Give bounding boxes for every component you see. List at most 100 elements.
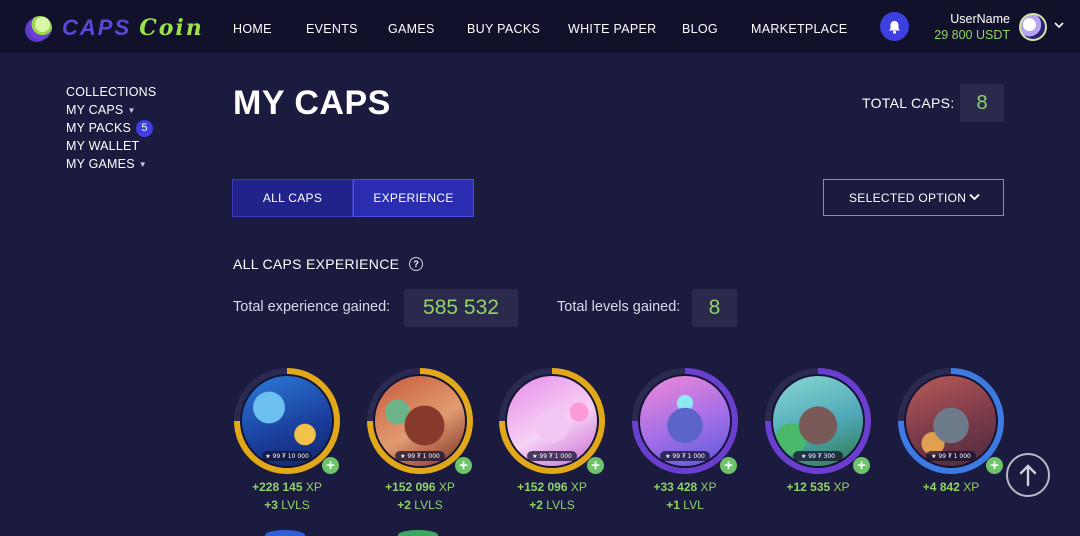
sidebar-item-label: MY CAPS — [66, 103, 124, 117]
user-balance: 29 800 USDT — [934, 28, 1010, 42]
sidebar-item-label: MY WALLET — [66, 139, 140, 153]
cap-xp-unit: XP — [570, 480, 587, 494]
add-cap-button[interactable]: + — [720, 457, 737, 474]
cap-stats-chip: ★ 99 ₮ 300 — [793, 451, 843, 461]
sidebar-item-my-games[interactable]: MY GAMES ▼ — [66, 155, 156, 173]
cap-stats-chip: ★ 99 ₮ 1 000 — [527, 451, 577, 461]
cap-card[interactable]: ★ 99 ₮ 10 000 + — [234, 368, 340, 474]
nav-white-paper[interactable]: WHITE PAPER — [568, 22, 657, 36]
add-cap-button[interactable]: + — [986, 457, 1003, 474]
cap-card[interactable]: ★ 99 ₮ 1 000 + — [499, 368, 605, 474]
logo-coin-text: Coin — [139, 15, 204, 41]
help-icon[interactable]: ? — [409, 257, 424, 271]
nav-marketplace[interactable]: MARKETPLACE — [751, 22, 847, 36]
cap-xp: +12 535 XP — [765, 480, 871, 494]
cap-levels-unit: LVL — [683, 498, 704, 512]
nav-games[interactable]: GAMES — [388, 22, 435, 36]
cap-xp: +33 428 XP — [632, 480, 738, 494]
page-title: MY CAPS — [233, 84, 391, 122]
total-levels-value: 8 — [692, 289, 737, 327]
caret-down-icon: ▼ — [127, 105, 136, 115]
logo-wordmark: CAPS Coin — [62, 15, 204, 41]
section-title-text: ALL CAPS EXPERIENCE — [233, 256, 400, 272]
chevron-down-icon — [969, 193, 980, 201]
tab-all-caps[interactable]: ALL CAPS — [232, 179, 353, 217]
cap-xp: +152 096 XP — [499, 480, 605, 494]
cap-xp-value: +33 428 — [653, 480, 698, 494]
capscoin-logo[interactable]: CAPS Coin — [28, 14, 204, 42]
caret-down-icon: ▼ — [138, 159, 147, 169]
cap-levels-unit: LVLS — [281, 498, 310, 512]
add-cap-button[interactable]: + — [455, 457, 472, 474]
cap-levels-unit: LVLS — [414, 498, 443, 512]
sidebar-item-label: COLLECTIONS — [66, 85, 157, 99]
cap-levels: +2 LVLS — [499, 498, 605, 512]
cap-levels: +2 LVLS — [367, 498, 473, 512]
top-bar: CAPS Coin HOME EVENTS GAMES BUY PACKS WH… — [0, 0, 1080, 53]
tab-experience[interactable]: EXPERIENCE — [353, 179, 474, 217]
cap-xp: +4 842 XP — [898, 480, 1004, 494]
option-select[interactable]: SELECTED OPTION — [823, 179, 1004, 216]
cap-xp-unit: XP — [700, 480, 717, 494]
sidebar-item-my-caps[interactable]: MY CAPS ▼ — [66, 101, 156, 119]
sidebar-item-label: MY PACKS — [66, 121, 132, 135]
cap-xp: +228 145 XP — [234, 480, 340, 494]
next-row-cap-peek — [265, 530, 305, 536]
username[interactable]: UserName — [940, 12, 1010, 26]
nav-buy-packs[interactable]: BUY PACKS — [467, 22, 540, 36]
cap-stats-chip: ★ 99 ₮ 1 000 — [926, 451, 976, 461]
cap-levels-value: +2 — [397, 498, 411, 512]
logo-ball-icon — [28, 16, 52, 40]
cap-xp-value: +152 096 — [385, 480, 436, 494]
packs-count-badge: 5 — [136, 119, 154, 137]
cap-stats-chip: ★ 99 ₮ 1 000 — [395, 451, 445, 461]
cap-levels-value: +2 — [529, 498, 543, 512]
cap-card[interactable]: ★ 99 ₮ 300 + — [765, 368, 871, 474]
add-cap-button[interactable]: + — [322, 457, 339, 474]
total-caps-value: 8 — [960, 84, 1004, 122]
notifications-button[interactable] — [880, 12, 909, 41]
cap-stats-chip: ★ 99 ₮ 1 000 — [660, 451, 710, 461]
cap-xp-unit: XP — [438, 480, 455, 494]
cap-xp-value: +4 842 — [922, 480, 960, 494]
sidebar-item-my-wallet[interactable]: MY WALLET — [66, 137, 156, 155]
cap-xp-unit: XP — [963, 480, 980, 494]
add-cap-button[interactable]: + — [587, 457, 604, 474]
total-levels-label: Total levels gained: — [557, 299, 681, 315]
cap-levels-value: +1 — [666, 498, 680, 512]
select-value: SELECTED OPTION — [849, 190, 967, 205]
cap-levels: +3 LVLS — [234, 498, 340, 512]
section-title: ALL CAPS EXPERIENCE ? — [233, 256, 424, 272]
cap-levels-unit: LVLS — [546, 498, 575, 512]
nav-home[interactable]: HOME — [233, 22, 272, 36]
scroll-top-button[interactable] — [1006, 453, 1050, 497]
cap-levels-value: +3 — [264, 498, 278, 512]
avatar[interactable] — [1019, 13, 1047, 41]
logo-caps-text: CAPS — [62, 15, 132, 40]
cap-xp: +152 096 XP — [367, 480, 473, 494]
cap-card[interactable]: ★ 99 ₮ 1 000 + — [898, 368, 1004, 474]
sidebar: COLLECTIONS MY CAPS ▼ MY PACKS 5 MY WALL… — [66, 83, 156, 173]
sidebar-item-label: MY GAMES — [66, 157, 135, 171]
add-cap-button[interactable]: + — [853, 457, 870, 474]
nav-events[interactable]: EVENTS — [306, 22, 358, 36]
bell-icon — [889, 20, 900, 34]
arrow-up-icon — [1019, 464, 1037, 487]
cap-stats-chip: ★ 99 ₮ 10 000 — [262, 451, 312, 461]
cap-xp-value: +228 145 — [252, 480, 303, 494]
sidebar-item-collections[interactable]: COLLECTIONS — [66, 83, 156, 101]
cap-card[interactable]: ★ 99 ₮ 1 000 + — [367, 368, 473, 474]
sidebar-item-my-packs[interactable]: MY PACKS 5 — [66, 119, 156, 137]
cap-xp-unit: XP — [833, 480, 850, 494]
chevron-down-icon[interactable] — [1053, 20, 1065, 30]
total-xp-label: Total experience gained: — [233, 299, 391, 315]
next-row-cap-peek — [398, 530, 438, 536]
cap-xp-value: +12 535 — [786, 480, 831, 494]
cap-xp-unit: XP — [305, 480, 322, 494]
cap-card[interactable]: ★ 99 ₮ 1 000 + — [632, 368, 738, 474]
cap-levels: +1 LVL — [632, 498, 738, 512]
total-caps-label: TOTAL CAPS: — [862, 95, 955, 111]
nav-blog[interactable]: BLOG — [682, 22, 718, 36]
total-xp-value: 585 532 — [404, 289, 518, 327]
cap-xp-value: +152 096 — [517, 480, 568, 494]
